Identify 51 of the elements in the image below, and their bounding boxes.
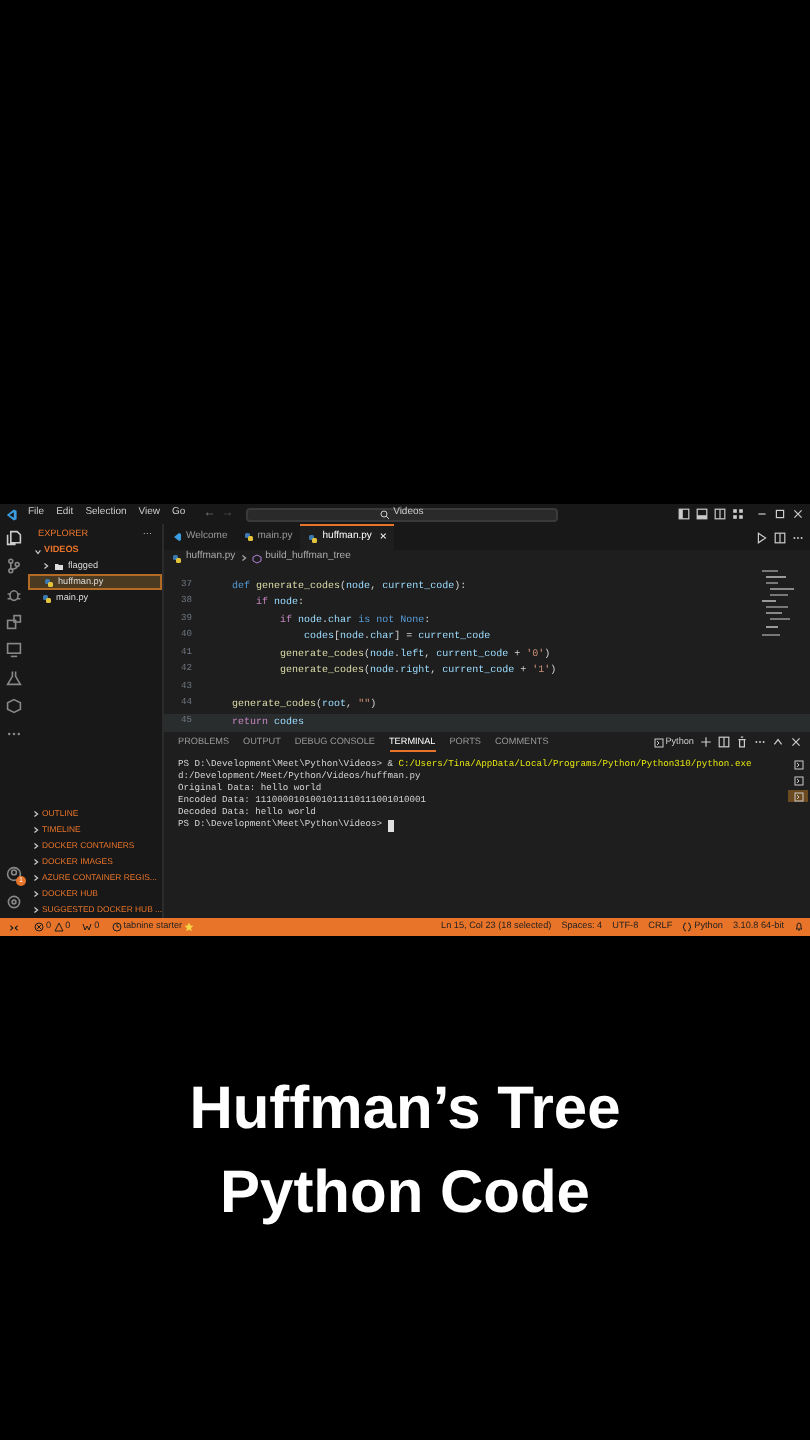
branch-icon[interactable] — [6, 558, 22, 574]
layout-icon[interactable] — [678, 508, 690, 520]
layout-icon[interactable] — [696, 508, 708, 520]
monitor-icon[interactable] — [6, 642, 22, 658]
antenna-icon — [82, 921, 93, 932]
hexagon-icon[interactable] — [6, 698, 22, 714]
split-icon[interactable] — [718, 736, 730, 749]
bug-icon[interactable] — [6, 586, 22, 602]
minimap-drawing — [762, 570, 794, 642]
text-cursor — [387, 820, 394, 832]
terminal-list-item[interactable] — [788, 790, 808, 802]
clock-icon — [111, 921, 122, 932]
python-file-icon — [172, 553, 182, 563]
plus-icon[interactable] — [700, 736, 712, 749]
app-logo-icon — [4, 507, 18, 521]
maximize-icon[interactable] — [774, 508, 786, 520]
terminal-icon — [793, 759, 803, 769]
error-icon — [34, 921, 44, 932]
close-icon[interactable] — [792, 508, 804, 520]
terminal-list-item[interactable] — [788, 774, 808, 786]
trash-icon[interactable] — [736, 736, 748, 749]
function-icon — [251, 553, 262, 563]
files-icon[interactable] — [6, 530, 22, 546]
terminal-icon — [793, 775, 803, 785]
close-icon[interactable] — [790, 736, 802, 749]
search-icon — [379, 509, 390, 519]
terminal-icon[interactable] — [653, 737, 664, 748]
terminal-list-item[interactable] — [788, 758, 808, 770]
python-file-icon — [308, 533, 319, 543]
bell-icon[interactable] — [794, 921, 804, 932]
braces-icon — [682, 921, 693, 932]
chevron-up-icon[interactable] — [772, 736, 784, 749]
python-file-icon — [44, 577, 54, 587]
account-icon[interactable] — [6, 866, 22, 882]
video-caption: Huffman’s Tree Python Code — [189, 1074, 621, 1230]
extensions-icon[interactable] — [6, 614, 22, 630]
flask-icon[interactable] — [6, 670, 22, 686]
chevron-right-icon — [42, 562, 50, 570]
remote-icon[interactable] — [8, 921, 20, 933]
python-file-icon — [42, 593, 52, 603]
warning-icon — [53, 921, 64, 932]
layout-icon[interactable] — [732, 508, 744, 520]
split-editor-icon[interactable] — [774, 531, 786, 543]
star-icon — [184, 921, 195, 932]
run-icon[interactable] — [756, 531, 768, 543]
minimize-icon[interactable] — [756, 508, 768, 520]
terminal-icon — [793, 791, 803, 801]
settings-icon[interactable] — [6, 894, 22, 910]
logo-icon — [172, 532, 182, 542]
layout-icon[interactable] — [714, 508, 726, 520]
python-file-icon — [243, 532, 254, 542]
